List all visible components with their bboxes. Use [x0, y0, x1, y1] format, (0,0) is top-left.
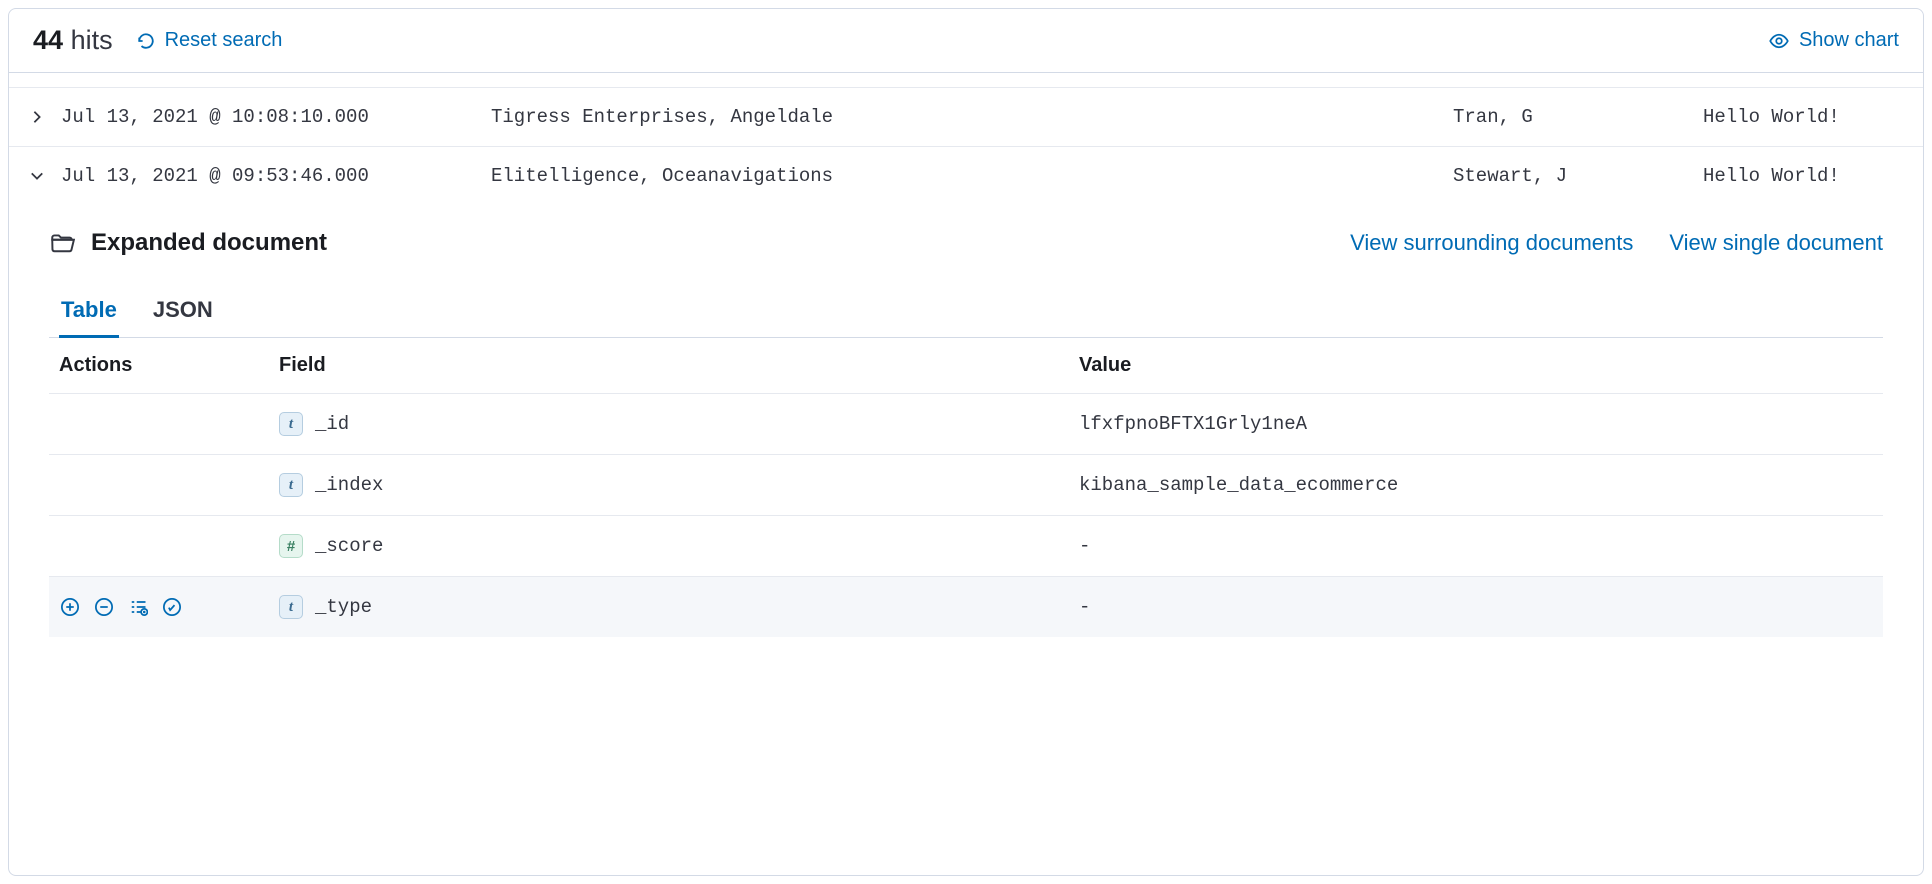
field-type-badge: #: [279, 534, 303, 558]
results-scroll-area[interactable]: Jul 13, 2021 @ 10:08:10.000 Tigress Ente…: [9, 73, 1923, 875]
doc-tabs: Table JSON: [49, 287, 1883, 338]
field-name: _score: [315, 535, 383, 557]
toolbar-left: 44 hits Reset search: [33, 25, 282, 56]
field-value-cell: lfxfpnoBFTX1Grly1neA: [1069, 394, 1883, 455]
th-value: Value: [1069, 338, 1883, 394]
tab-table[interactable]: Table: [59, 287, 119, 338]
field-row: t _index kibana_sample_data_ecommerce: [49, 455, 1883, 516]
eye-icon: [1769, 31, 1789, 51]
refresh-icon: [137, 32, 155, 50]
tab-json[interactable]: JSON: [151, 287, 215, 338]
row-columns: Jul 13, 2021 @ 09:53:46.000 Elitelligenc…: [61, 165, 1903, 187]
view-surrounding-link[interactable]: View surrounding documents: [1350, 230, 1633, 256]
col-company: Elitelligence, Oceanavigations: [491, 165, 1453, 187]
chevron-down-icon: [30, 169, 44, 183]
chevron-right-icon: [30, 110, 44, 124]
col-message: Hello World!: [1703, 106, 1903, 128]
field-value-cell: kibana_sample_data_ecommerce: [1069, 455, 1883, 516]
field-name: _index: [315, 474, 383, 496]
result-row: Jul 13, 2021 @ 10:08:10.000 Tigress Ente…: [9, 87, 1923, 147]
col-time: Jul 13, 2021 @ 10:08:10.000: [61, 106, 491, 128]
col-name: Tran, G: [1453, 106, 1703, 128]
actions-cell: [49, 455, 269, 516]
field-value-cell: -: [1069, 516, 1883, 577]
filter-out-icon[interactable]: [93, 596, 115, 618]
toggle-column-icon[interactable]: [127, 596, 149, 618]
expanded-document: Expanded document View surrounding docum…: [9, 205, 1923, 637]
field-row: t _id lfxfpnoBFTX1Grly1neA: [49, 394, 1883, 455]
field-row: t _type -: [49, 577, 1883, 638]
expanded-title-text: Expanded document: [91, 229, 327, 257]
expanded-title: Expanded document: [49, 229, 327, 257]
discover-panel: 44 hits Reset search Show chart: [8, 8, 1924, 876]
col-message: Hello World!: [1703, 165, 1903, 187]
field-name-cell: t _id: [269, 394, 1069, 455]
expanded-links: View surrounding documents View single d…: [1350, 230, 1883, 256]
field-row: # _score -: [49, 516, 1883, 577]
row-columns: Jul 13, 2021 @ 10:08:10.000 Tigress Ente…: [61, 106, 1903, 128]
field-name-cell: t _index: [269, 455, 1069, 516]
th-actions: Actions: [49, 338, 269, 394]
th-field: Field: [269, 338, 1069, 394]
reset-search-label: Reset search: [165, 29, 283, 52]
col-time: Jul 13, 2021 @ 09:53:46.000: [61, 165, 491, 187]
hits-label: hits: [71, 25, 113, 55]
filter-exists-icon[interactable]: [161, 596, 183, 618]
field-table: Actions Field Value t _id lfxfpnoBFTX1Gr…: [49, 338, 1883, 637]
field-name: _id: [315, 413, 349, 435]
show-chart-label: Show chart: [1799, 29, 1899, 52]
reset-search-button[interactable]: Reset search: [137, 29, 283, 52]
folder-open-icon: [49, 230, 75, 256]
field-type-badge: t: [279, 412, 303, 436]
field-type-badge: t: [279, 595, 303, 619]
field-name-cell: t _type: [269, 577, 1069, 638]
expand-toggle[interactable]: [29, 168, 45, 184]
actions-cell: [49, 516, 269, 577]
actions-cell: [49, 394, 269, 455]
hits-number: 44: [33, 25, 63, 55]
expanded-header: Expanded document View surrounding docum…: [49, 229, 1883, 257]
hits-count: 44 hits: [33, 25, 113, 56]
field-name: _type: [315, 596, 372, 618]
field-type-badge: t: [279, 473, 303, 497]
view-single-link[interactable]: View single document: [1669, 230, 1883, 256]
field-value-cell: -: [1069, 577, 1883, 638]
show-chart-button[interactable]: Show chart: [1769, 29, 1899, 52]
col-name: Stewart, J: [1453, 165, 1703, 187]
filter-in-icon[interactable]: [59, 596, 81, 618]
field-name-cell: # _score: [269, 516, 1069, 577]
toolbar: 44 hits Reset search Show chart: [9, 9, 1923, 72]
col-company: Tigress Enterprises, Angeldale: [491, 106, 1453, 128]
expand-toggle[interactable]: [29, 109, 45, 125]
actions-cell: [49, 577, 269, 638]
result-row: Jul 13, 2021 @ 09:53:46.000 Elitelligenc…: [9, 147, 1923, 205]
